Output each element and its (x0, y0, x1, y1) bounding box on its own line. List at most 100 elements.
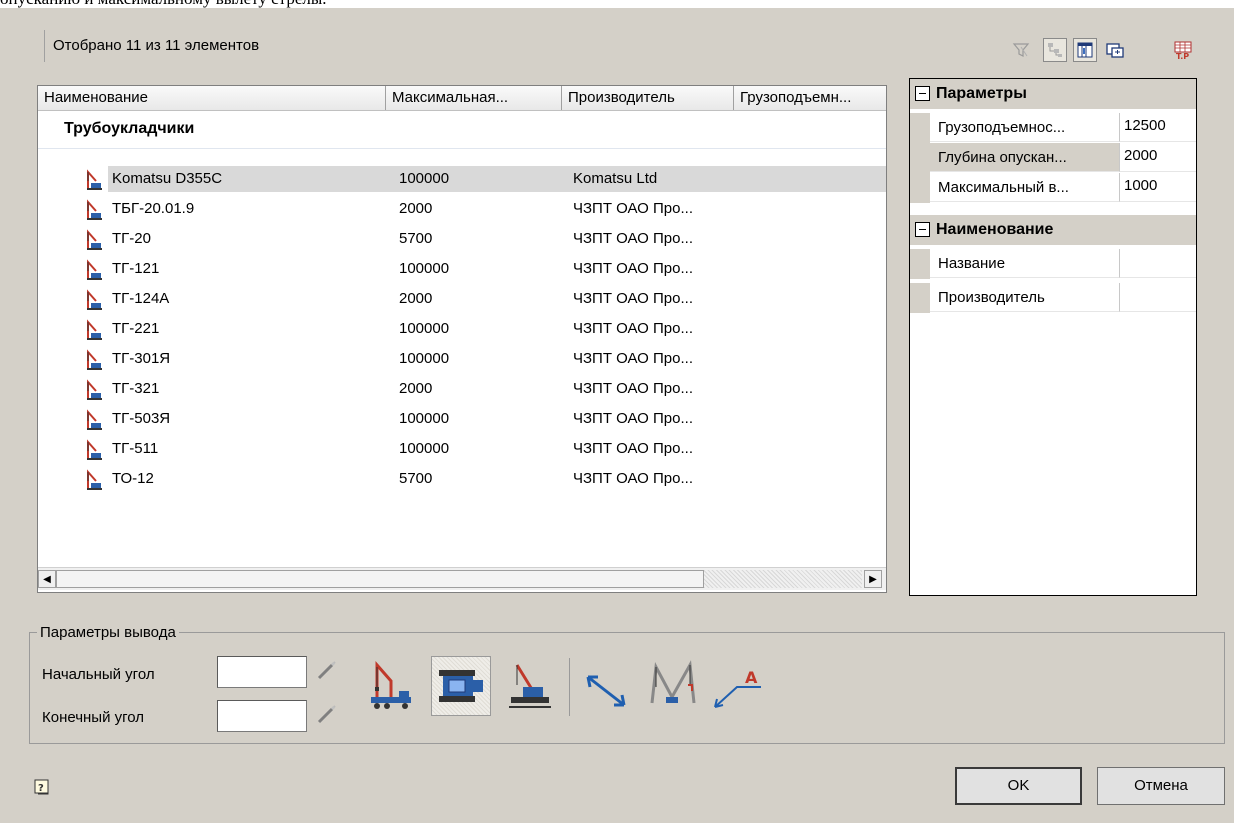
table-row[interactable]: ТГ-511 100000 ЧЗПТ ОАО Про... (38, 435, 886, 463)
pipelayer-icon (82, 289, 104, 311)
header-text: опусканию и максимальному вылету стрелы. (0, 0, 327, 8)
cell-maker: ЧЗПТ ОАО Про... (573, 470, 693, 487)
header-text-strip: опусканию и максимальному вылету стрелы. (0, 0, 1234, 8)
cell-max: 100000 (399, 260, 450, 277)
pipelayer-icon[interactable] (500, 656, 560, 716)
table-row[interactable]: ТГ-124А 2000 ЧЗПТ ОАО Про... (38, 285, 886, 313)
category-naming[interactable]: Наименование (910, 215, 1196, 245)
cell-name: ТГ-511 (112, 440, 159, 457)
end-angle-input[interactable] (217, 700, 307, 732)
property-row[interactable]: Грузоподъемнос... 12500 (910, 113, 1196, 143)
dimension-icon[interactable] (577, 656, 637, 716)
crane-truck-icon[interactable] (364, 656, 424, 716)
property-row[interactable]: Производитель (910, 283, 1196, 313)
hierarchy-icon[interactable] (1043, 38, 1067, 62)
scroll-right-button[interactable]: ▶ (864, 570, 882, 588)
category-parameters[interactable]: Параметры (910, 79, 1196, 109)
cell-name: ТГ-503Я (112, 410, 171, 427)
help-icon[interactable]: ? (34, 779, 50, 795)
category-label: Наименование (936, 221, 1054, 238)
cell-name: ТГ-301Я (112, 350, 171, 367)
property-name: Название (930, 249, 1120, 278)
cell-name: ТГ-20 (112, 230, 151, 247)
cell-maker: ЧЗПТ ОАО Про... (573, 290, 693, 307)
cell-name: ТГ-124А (112, 290, 170, 307)
column-header-maker[interactable]: Производитель (562, 86, 734, 110)
cell-name: ТГ-321 (112, 380, 160, 397)
column-header-capacity[interactable]: Грузоподъемн... (734, 86, 886, 110)
pipelayer-icon (82, 229, 104, 251)
pick-angle-icon[interactable] (317, 660, 337, 680)
start-angle-label: Начальный угол (42, 666, 155, 683)
cell-max: 5700 (399, 230, 433, 247)
property-value[interactable]: 12500 (1120, 113, 1196, 142)
pipelayer-icon (82, 349, 104, 371)
cell-max: 100000 (399, 410, 450, 427)
crawler-top-view-icon[interactable] (431, 656, 491, 716)
elements-grid[interactable]: Наименование Максимальная... Производите… (37, 85, 887, 593)
table-row[interactable]: Komatsu D355C 100000 Komatsu Ltd (38, 165, 886, 193)
cell-name: ТГ-121 (112, 260, 160, 277)
grid-header: Наименование Максимальная... Производите… (38, 86, 886, 111)
leader-label-letter: A (745, 668, 758, 687)
property-row[interactable]: Название (910, 249, 1196, 279)
table-row[interactable]: ТГ-301Я 100000 ЧЗПТ ОАО Про... (38, 345, 886, 373)
property-value[interactable]: 2000 (1120, 143, 1196, 172)
table-settings-icon[interactable]: T.P (1171, 38, 1195, 62)
column-header-max[interactable]: Максимальная... (386, 86, 562, 110)
scroll-thumb[interactable] (56, 570, 704, 588)
property-row[interactable]: Максимальный в... 1000 (910, 173, 1196, 203)
category-label: Параметры (936, 85, 1027, 102)
group-divider (38, 148, 886, 149)
property-gutter (910, 143, 930, 173)
property-value[interactable] (1120, 283, 1196, 312)
cell-name: Komatsu D355C (112, 170, 223, 187)
property-gutter (910, 113, 930, 143)
cell-max: 100000 (399, 320, 450, 337)
cell-max: 100000 (399, 350, 450, 367)
pick-angle-icon[interactable] (317, 704, 337, 724)
table-row[interactable]: ТГ-221 100000 ЧЗПТ ОАО Про... (38, 315, 886, 343)
property-row[interactable]: Глубина опускан... 2000 (910, 143, 1196, 173)
cell-maker: ЧЗПТ ОАО Про... (573, 410, 693, 427)
table-row[interactable]: ТО-12 5700 ЧЗПТ ОАО Про... (38, 465, 886, 493)
end-angle-label: Конечный угол (42, 709, 145, 726)
table-row[interactable]: ТГ-121 100000 ЧЗПТ ОАО Про... (38, 255, 886, 283)
pipelayer-icon (82, 379, 104, 401)
column-header-name[interactable]: Наименование (38, 86, 386, 110)
toolbar-separator (569, 658, 570, 716)
pipelayer-icon (82, 259, 104, 281)
pipelayer-icon (82, 409, 104, 431)
cell-name: ТО-12 (112, 470, 154, 487)
table-row[interactable]: ТГ-503Я 100000 ЧЗПТ ОАО Про... (38, 405, 886, 433)
table-row[interactable]: ТБГ-20.01.9 2000 ЧЗПТ ОАО Про... (38, 195, 886, 223)
table-row[interactable]: ТГ-321 2000 ЧЗПТ ОАО Про... (38, 375, 886, 403)
cell-max: 2000 (399, 380, 433, 397)
scroll-track[interactable] (704, 570, 862, 588)
filter-icon[interactable] (1009, 38, 1033, 62)
collapse-icon[interactable] (915, 86, 930, 101)
property-value[interactable] (1120, 249, 1196, 278)
property-name: Глубина опускан... (930, 143, 1120, 172)
preview-icon[interactable] (1103, 38, 1127, 62)
cancel-button[interactable]: Отмена (1097, 767, 1225, 805)
cell-maker: ЧЗПТ ОАО Про... (573, 320, 693, 337)
horizontal-scrollbar[interactable]: ◀ ▶ (38, 567, 886, 590)
boom-reach-icon[interactable] (643, 656, 703, 716)
collapse-icon[interactable] (915, 222, 930, 237)
scroll-left-button[interactable]: ◀ (38, 570, 56, 588)
property-value[interactable]: 1000 (1120, 173, 1196, 202)
properties-panel: Параметры Грузоподъемнос... 12500 Глубин… (909, 78, 1197, 596)
cell-maker: ЧЗПТ ОАО Про... (573, 350, 693, 367)
start-angle-input[interactable] (217, 656, 307, 688)
pipelayer-icon (82, 469, 104, 491)
cell-maker: ЧЗПТ ОАО Про... (573, 230, 693, 247)
ok-button[interactable]: OK (955, 767, 1082, 805)
cell-max: 100000 (399, 440, 450, 457)
columns-icon[interactable] (1073, 38, 1097, 62)
leader-label-icon[interactable]: A (706, 656, 766, 716)
cell-maker: ЧЗПТ ОАО Про... (573, 260, 693, 277)
property-name: Производитель (930, 283, 1120, 312)
table-row[interactable]: ТГ-20 5700 ЧЗПТ ОАО Про... (38, 225, 886, 253)
group-title: Трубоукладчики (64, 120, 195, 137)
